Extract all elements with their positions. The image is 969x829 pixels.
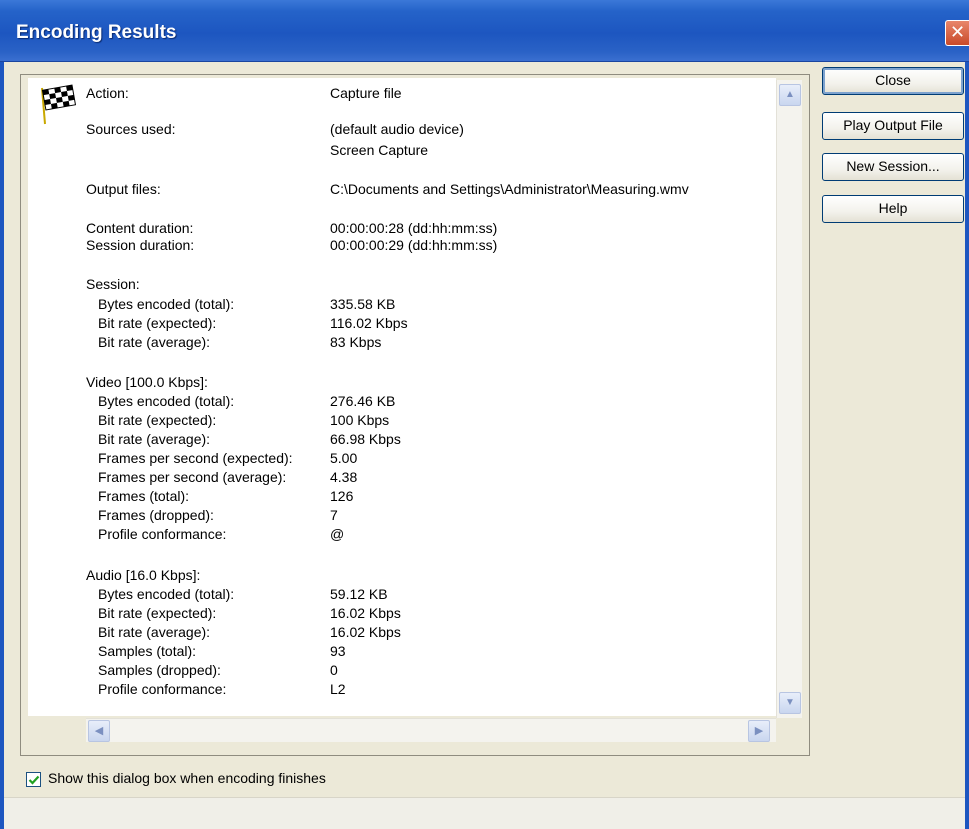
audio-profile-conformance-value: L2	[330, 681, 346, 697]
audio-samples-dropped-value: 0	[330, 662, 338, 678]
video-bitrate-average-value: 66.98 Kbps	[330, 431, 401, 447]
session-bitrate-expected-label: Bit rate (expected):	[98, 315, 217, 331]
session-duration-label: Session duration:	[86, 237, 195, 253]
session-bytes-value: 335.58 KB	[330, 296, 396, 312]
output-files-value: C:\Documents and Settings\Administrator\…	[330, 181, 689, 197]
audio-bitrate-average-label: Bit rate (average):	[98, 624, 211, 640]
show-dialog-checkbox[interactable]	[26, 772, 41, 787]
scroll-down-button[interactable]: ▼	[779, 692, 801, 714]
window-border-left	[0, 62, 4, 829]
video-bytes-value: 276.46 KB	[330, 393, 396, 409]
video-fps-expected-value: 5.00	[330, 450, 358, 466]
video-bitrate-average-label: Bit rate (average):	[98, 431, 211, 447]
video-section-label: Video [100.0 Kbps]:	[86, 374, 208, 390]
action-label: Action:	[86, 85, 129, 101]
session-duration-value: 00:00:00:29 (dd:hh:mm:ss)	[330, 237, 498, 253]
dialog-footer	[4, 797, 965, 829]
video-frames-total-value: 126	[330, 488, 354, 504]
video-bitrate-expected-label: Bit rate (expected):	[98, 412, 217, 428]
video-bytes-label: Bytes encoded (total):	[98, 393, 235, 409]
window-title: Encoding Results	[16, 22, 177, 43]
audio-bitrate-average-value: 16.02 Kbps	[330, 624, 401, 640]
video-fps-average-value: 4.38	[330, 469, 358, 485]
horizontal-scrollbar[interactable]: ◀ ▶	[86, 718, 776, 742]
vertical-scrollbar[interactable]: ▲ ▼	[776, 80, 802, 718]
new-session-button[interactable]: New Session...	[822, 153, 964, 181]
close-button[interactable]: Close	[822, 67, 964, 95]
play-output-file-button[interactable]: Play Output File	[822, 112, 964, 140]
audio-bytes-value: 59.12 KB	[330, 586, 388, 602]
session-bitrate-average-value: 83 Kbps	[330, 334, 382, 350]
encoding-results-dialog: Encoding Results ✕ Action: Capture file …	[0, 0, 969, 829]
video-frames-dropped-label: Frames (dropped):	[98, 507, 214, 523]
video-frames-total-label: Frames (total):	[98, 488, 190, 504]
close-window-button[interactable]: ✕	[945, 20, 969, 46]
output-files-label: Output files:	[86, 181, 161, 197]
content-duration-label: Content duration:	[86, 220, 194, 236]
sources-value-2: Screen Capture	[330, 142, 429, 158]
action-value: Capture file	[330, 85, 402, 101]
audio-samples-total-value: 93	[330, 643, 346, 659]
scroll-right-button[interactable]: ▶	[748, 720, 770, 742]
scroll-up-button[interactable]: ▲	[779, 84, 801, 106]
audio-bytes-label: Bytes encoded (total):	[98, 586, 235, 602]
audio-section-label: Audio [16.0 Kbps]:	[86, 567, 201, 583]
video-fps-expected-label: Frames per second (expected):	[98, 450, 293, 466]
video-bitrate-expected-value: 100 Kbps	[330, 412, 390, 428]
audio-samples-dropped-label: Samples (dropped):	[98, 662, 221, 678]
video-profile-conformance-value: @	[330, 526, 345, 542]
window-border-right	[965, 62, 969, 829]
sources-value: (default audio device)	[330, 121, 464, 137]
video-fps-average-label: Frames per second (average):	[98, 469, 287, 485]
audio-samples-total-label: Samples (total):	[98, 643, 197, 659]
checkmark-icon	[28, 775, 40, 785]
session-bitrate-average-label: Bit rate (average):	[98, 334, 211, 350]
video-profile-conformance-label: Profile conformance:	[98, 526, 227, 542]
show-dialog-label[interactable]: Show this dialog box when encoding finis…	[48, 770, 326, 786]
scroll-corner	[776, 718, 802, 742]
session-bitrate-expected-value: 116.02 Kbps	[330, 315, 408, 331]
checkered-flag-icon	[41, 84, 77, 125]
help-button[interactable]: Help	[822, 195, 964, 223]
content-duration-value: 00:00:00:28 (dd:hh:mm:ss)	[330, 220, 498, 236]
audio-bitrate-expected-value: 16.02 Kbps	[330, 605, 401, 621]
audio-bitrate-expected-label: Bit rate (expected):	[98, 605, 217, 621]
sources-label: Sources used:	[86, 121, 176, 137]
video-frames-dropped-value: 7	[330, 507, 338, 523]
scroll-left-button[interactable]: ◀	[88, 720, 110, 742]
title-bar[interactable]: Encoding Results ✕	[0, 0, 969, 62]
session-section-label: Session:	[86, 276, 140, 292]
audio-profile-conformance-label: Profile conformance:	[98, 681, 227, 697]
session-bytes-label: Bytes encoded (total):	[98, 296, 235, 312]
